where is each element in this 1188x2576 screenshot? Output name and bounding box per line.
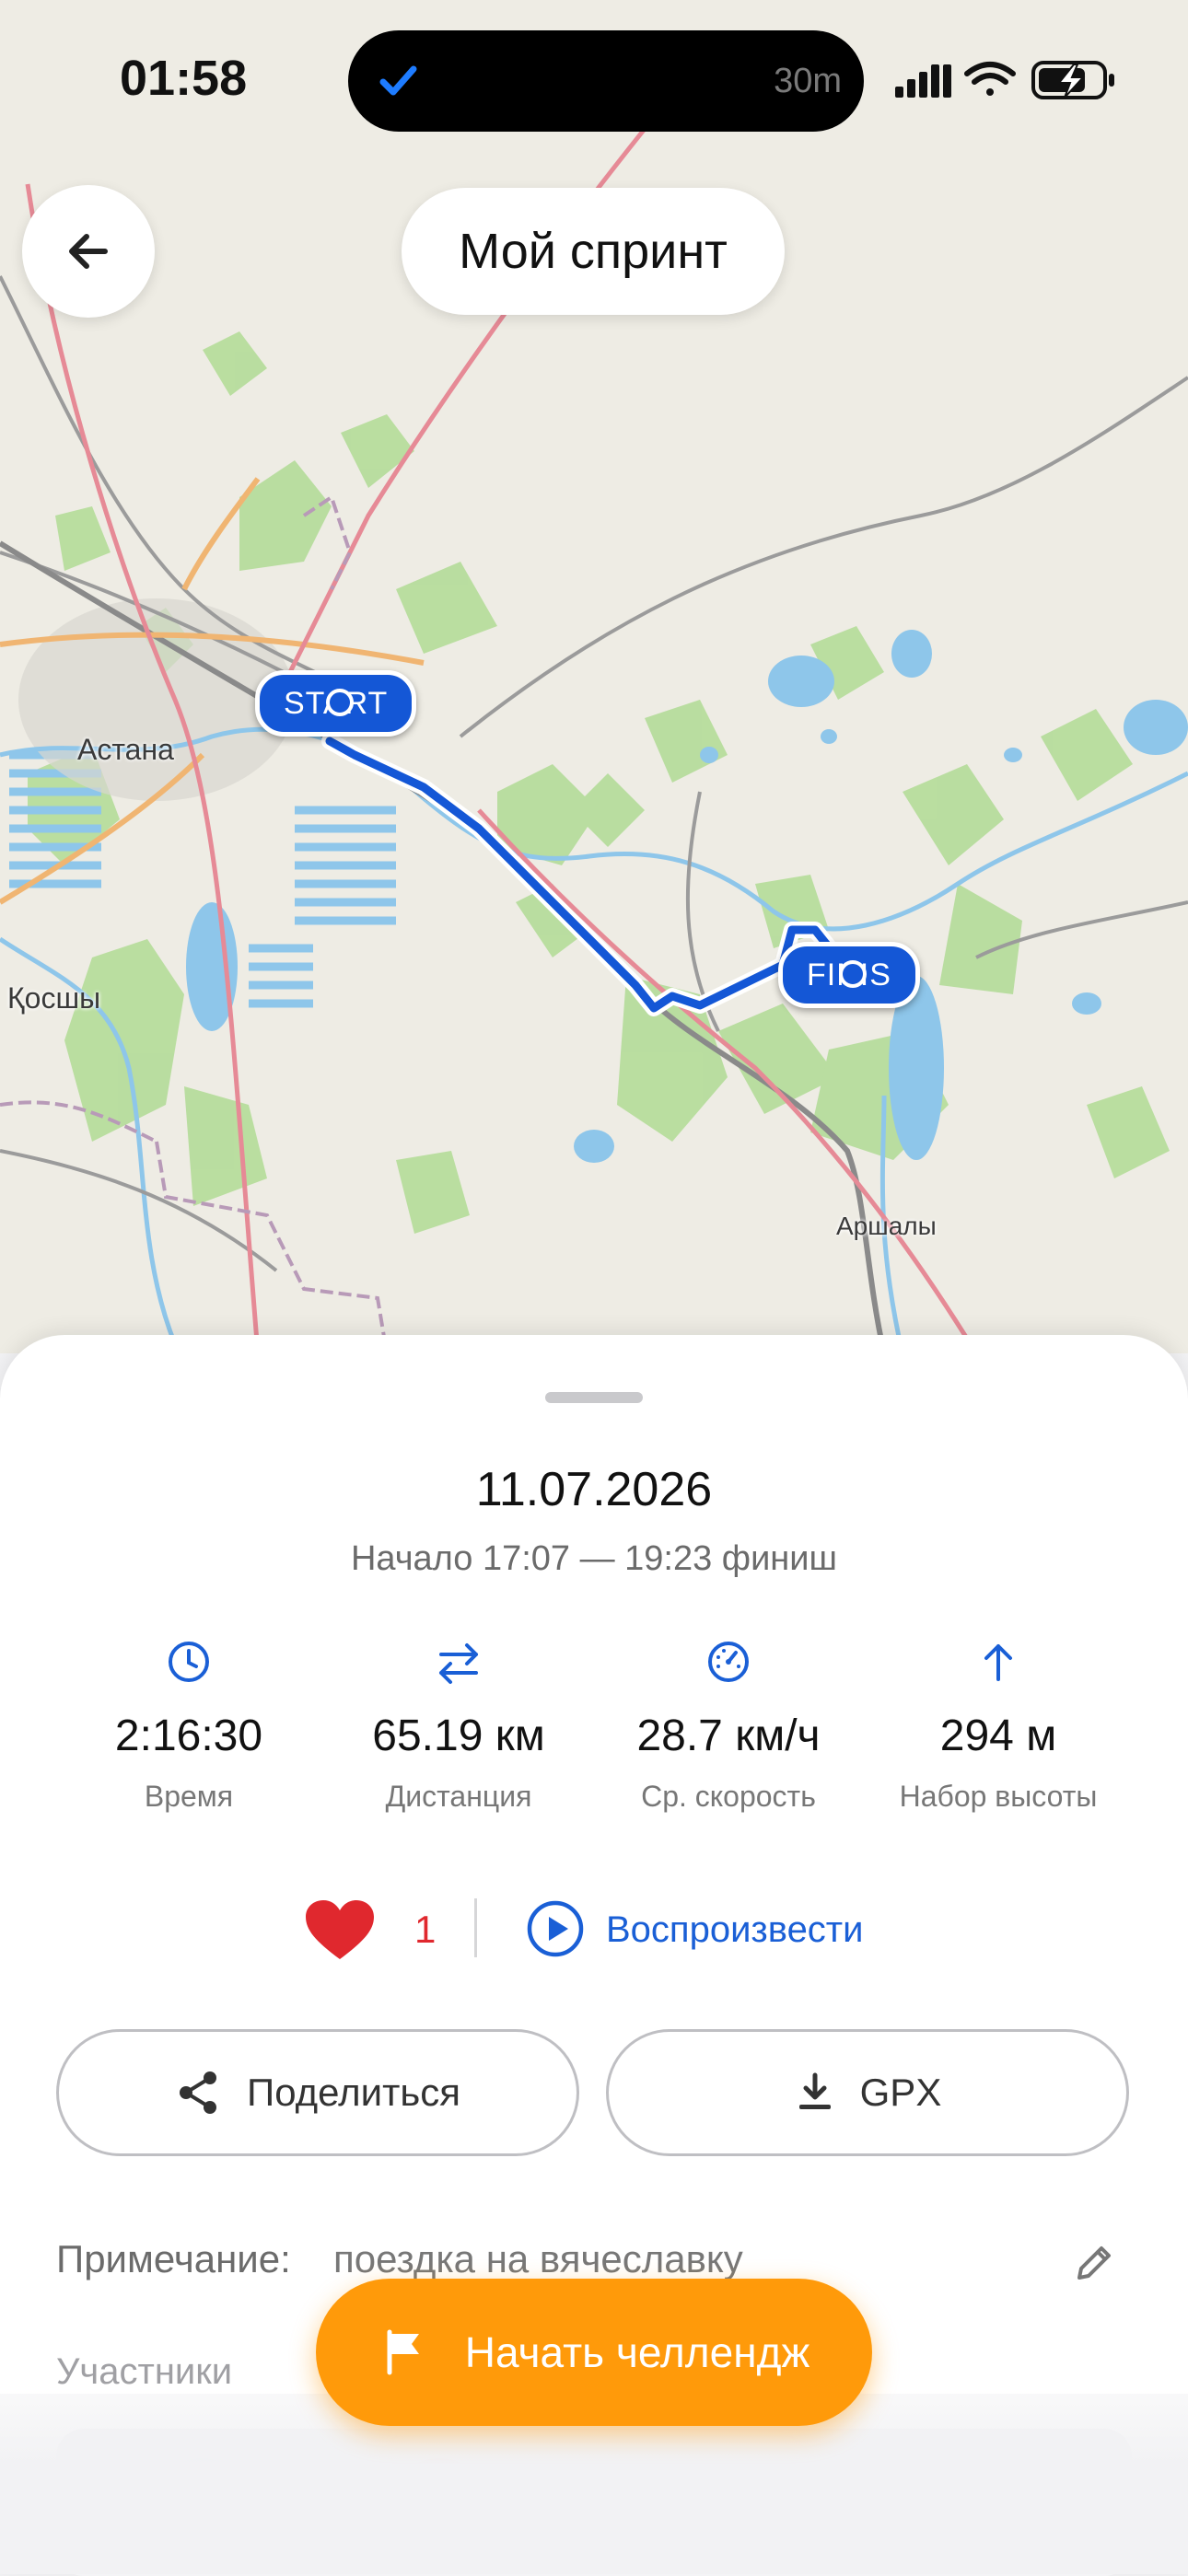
stat-value: 28.7 км/ч [636, 1712, 821, 1760]
stat-label: Набор высоты [899, 1780, 1098, 1813]
gpx-download-button[interactable]: GPX [606, 2029, 1129, 2156]
stat-value: 2:16:30 [114, 1712, 263, 1760]
note-text: поездка на вячеславку [333, 2237, 743, 2280]
stat-distance: 65.19 км Дистанция [320, 1639, 597, 1814]
stat-time: 2:16:30 Время [51, 1639, 327, 1814]
flag-icon [387, 2329, 419, 2375]
like-count: 1 [414, 1908, 437, 1951]
status-bar: 01:58 30m [0, 0, 1188, 157]
dynamic-island[interactable]: 30m [348, 30, 864, 132]
battery-charging-icon [1031, 61, 1114, 99]
ride-time-range: Начало 17:07 — 19:23 финиш [350, 1539, 837, 1578]
cellular-signal-icon [895, 64, 951, 98]
download-icon [798, 2072, 831, 2109]
start-pin[interactable]: START [255, 670, 417, 737]
share-icon [180, 2071, 217, 2114]
finish-pin[interactable]: FINIS [778, 942, 920, 1008]
share-label: Поделиться [247, 2071, 460, 2114]
stat-value: 65.19 км [372, 1712, 545, 1760]
start-challenge-label: Начать челлендж [464, 2328, 810, 2376]
map-label-kosshy: Қосшы [7, 981, 101, 1015]
play-circle-icon[interactable] [525, 1898, 586, 1959]
arrow-up-icon [984, 1644, 1012, 1681]
check-icon [379, 65, 417, 96]
location-dot-icon [325, 689, 354, 716]
stat-speed: 28.7 км/ч Ср. скорость [590, 1639, 867, 1814]
stat-value: 294 м [939, 1712, 1057, 1760]
like-play-row: 1 Воспроизвести [0, 1887, 1188, 1979]
play-button[interactable]: Воспроизвести [606, 1909, 863, 1951]
note-label: Примечание: [56, 2237, 291, 2280]
map-label-astana: Астана [77, 733, 174, 766]
ride-date: 11.07.2026 [475, 1463, 713, 1516]
start-challenge-button[interactable]: Начать челлендж [316, 2279, 872, 2426]
back-button[interactable] [22, 185, 155, 318]
heart-icon[interactable] [304, 1898, 376, 1963]
stat-label: Дистанция [385, 1780, 532, 1813]
page-title: Мой спринт [402, 188, 785, 315]
clock-icon [169, 1642, 209, 1682]
location-dot-icon [838, 960, 867, 988]
share-button[interactable]: Поделиться [56, 2029, 579, 2156]
gpx-label: GPX [859, 2071, 942, 2114]
stat-label: Время [144, 1780, 234, 1813]
distance-arrows-icon [439, 1643, 478, 1684]
activity-timer: 30m [774, 62, 842, 100]
stat-elevation: 294 м Набор высоты [860, 1639, 1136, 1814]
wifi-icon [964, 62, 1016, 96]
participants-label: Участники [56, 2351, 233, 2392]
speedometer-icon [708, 1642, 749, 1682]
pencil-icon[interactable] [1068, 2237, 1120, 2289]
divider [474, 1898, 477, 1957]
map-label-arshaly: Аршалы [836, 1212, 937, 1240]
status-time: 01:58 [120, 51, 248, 106]
stat-label: Ср. скорость [641, 1780, 816, 1813]
system-icons [895, 61, 1114, 99]
sheet-grabber[interactable] [545, 1392, 643, 1403]
arrow-left-icon [69, 234, 108, 269]
